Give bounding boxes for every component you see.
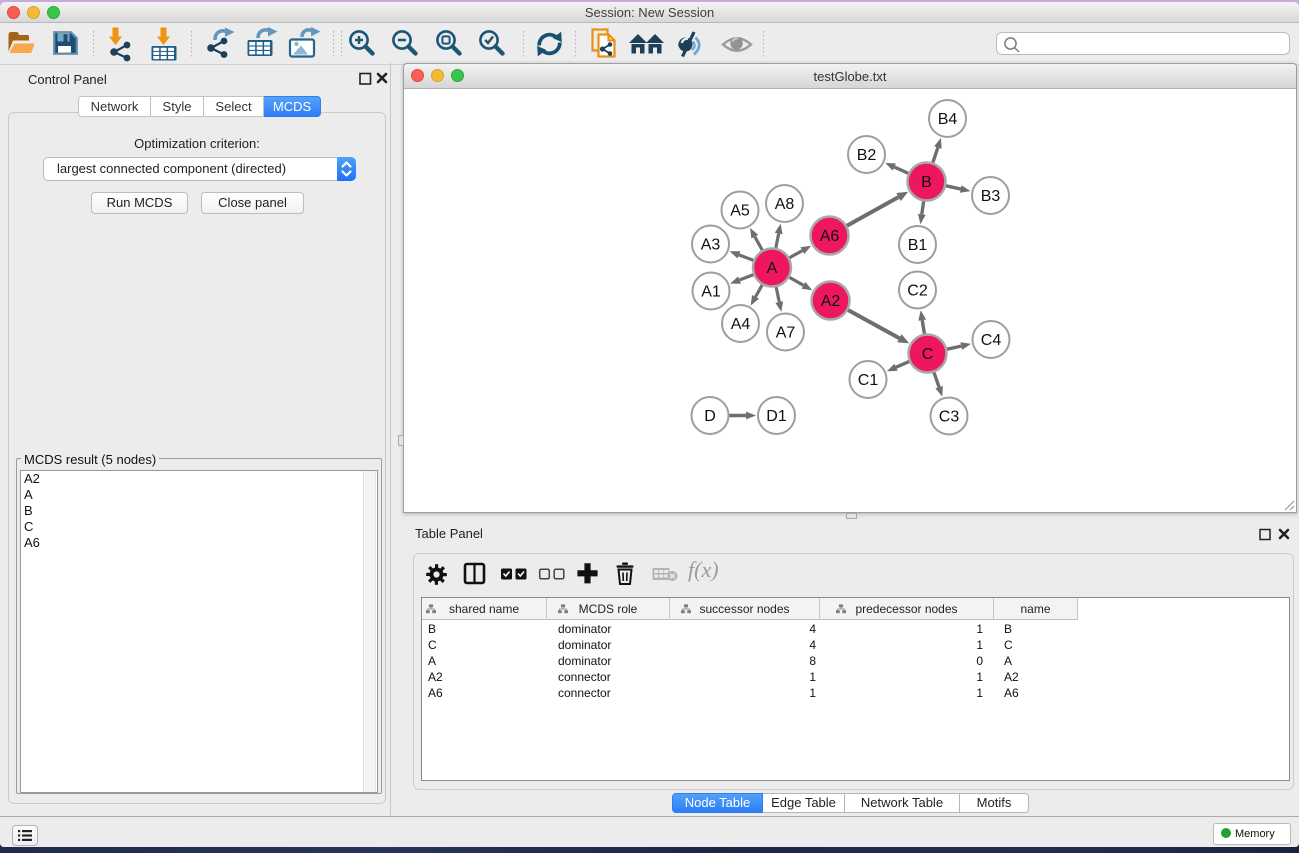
svg-text:A8: A8 xyxy=(775,196,795,213)
svg-text:A4: A4 xyxy=(731,316,751,333)
svg-text:B4: B4 xyxy=(938,111,958,128)
svg-text:A1: A1 xyxy=(701,284,721,301)
svg-text:C2: C2 xyxy=(907,283,928,300)
svg-text:B3: B3 xyxy=(981,188,1001,205)
svg-text:C: C xyxy=(922,346,934,363)
svg-text:A7: A7 xyxy=(776,325,796,342)
svg-text:A6: A6 xyxy=(820,228,840,245)
svg-text:B1: B1 xyxy=(908,237,928,254)
svg-text:A: A xyxy=(767,260,778,277)
svg-text:A3: A3 xyxy=(701,237,721,254)
svg-text:C1: C1 xyxy=(858,372,879,389)
svg-text:B2: B2 xyxy=(857,147,877,164)
svg-text:A5: A5 xyxy=(730,203,750,220)
svg-text:C4: C4 xyxy=(981,332,1002,349)
svg-text:D: D xyxy=(704,408,716,425)
svg-text:C3: C3 xyxy=(939,409,960,426)
svg-text:B: B xyxy=(921,174,932,191)
svg-text:A2: A2 xyxy=(821,293,841,310)
svg-text:D1: D1 xyxy=(766,408,787,425)
